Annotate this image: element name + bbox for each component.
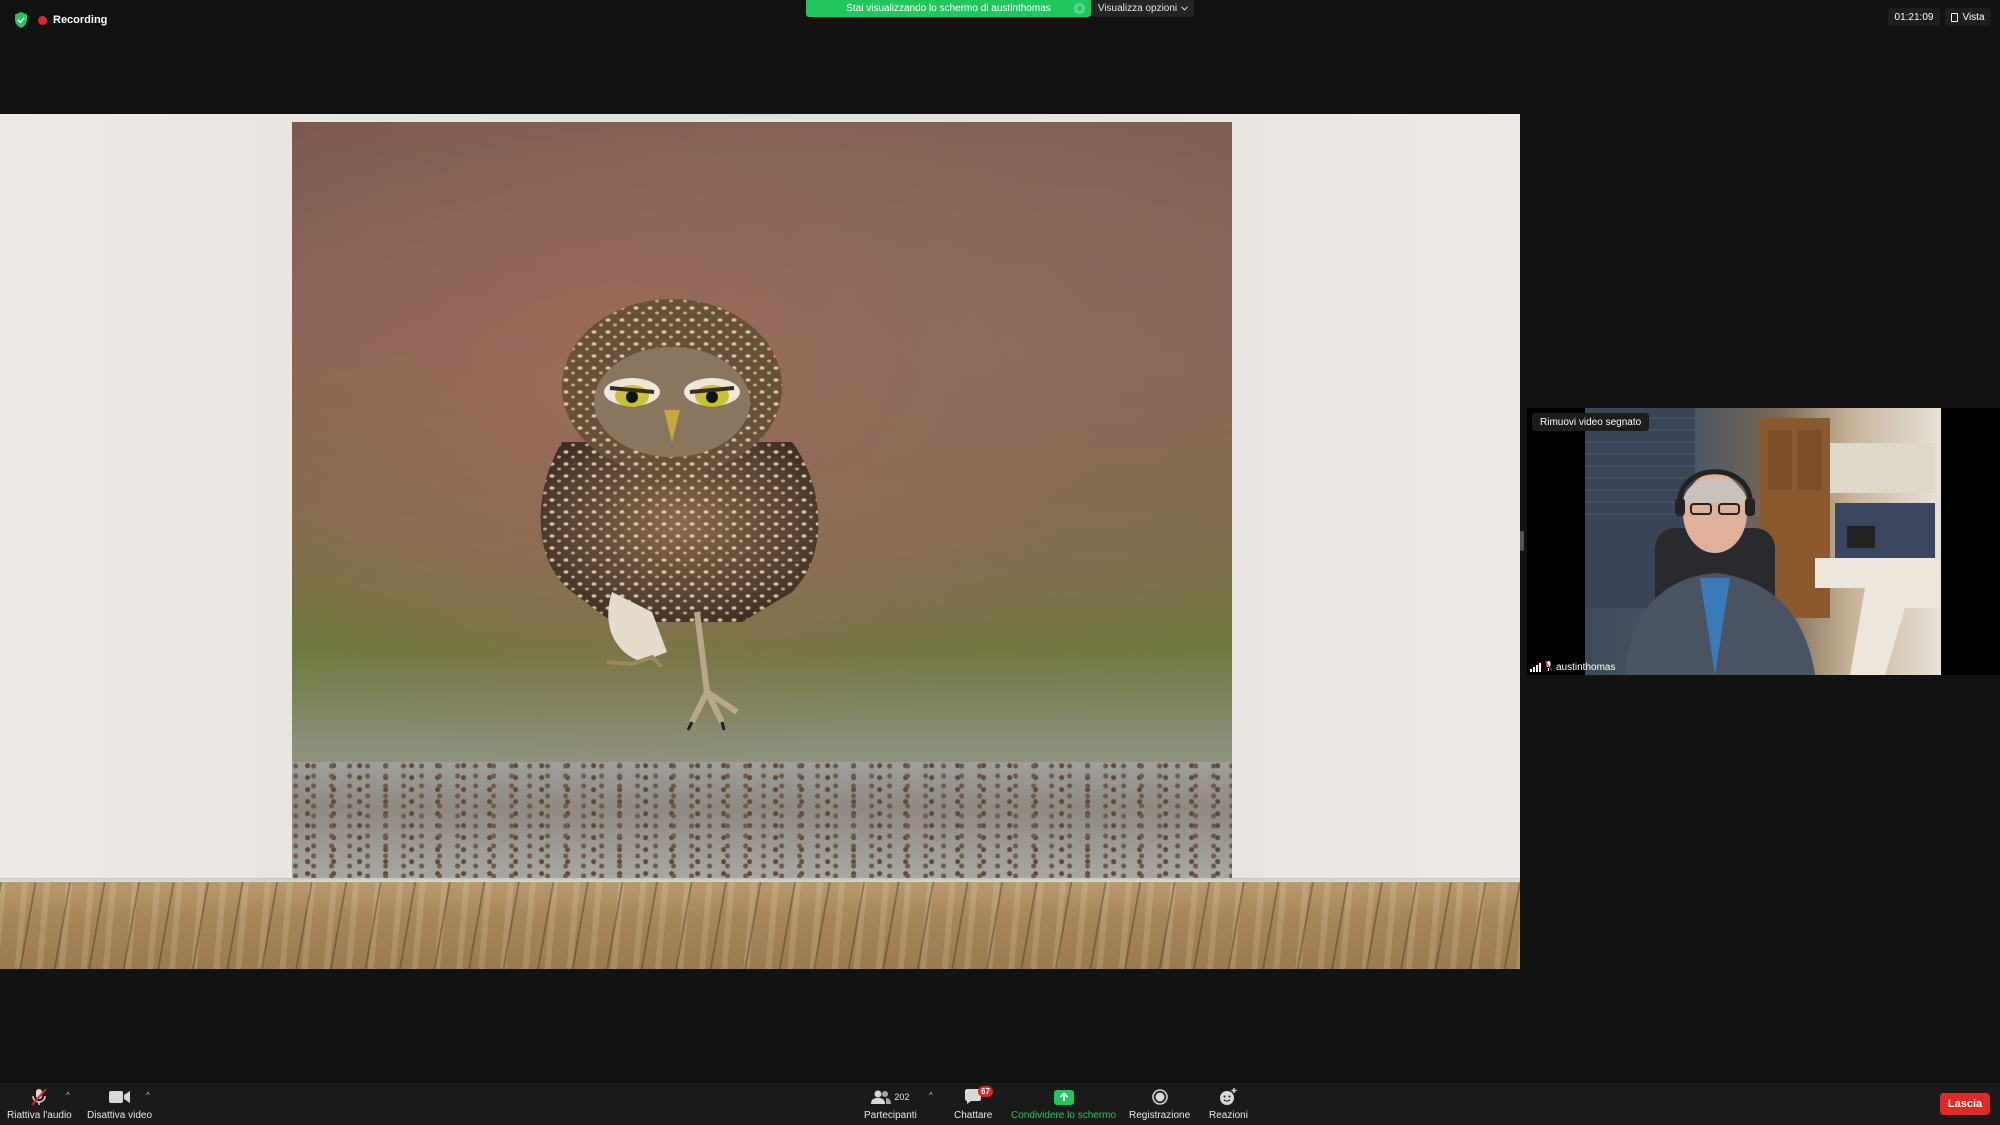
- participant-video[interactable]: [1527, 408, 2000, 675]
- owl-illustration: [540, 299, 819, 731]
- participants-count: 202: [894, 1092, 910, 1102]
- screen-share-banner: Stai visualizzando lo schermo di austint…: [806, 0, 1091, 17]
- share-screen-button[interactable]: Condividere lo schermo: [1011, 1088, 1116, 1121]
- record-icon: [1151, 1088, 1168, 1106]
- meeting-toolbar: [0, 1083, 2000, 1125]
- owl-photo: [292, 122, 1232, 878]
- view-layout-icon: [1951, 12, 1959, 22]
- participant-name-tag: austinthomas: [1527, 660, 1615, 674]
- video-options-chevron-icon[interactable]: ^: [146, 1091, 150, 1100]
- chevron-down-icon: [1181, 3, 1189, 14]
- share-status-icon: [1074, 3, 1085, 14]
- participant-name: austinthomas: [1556, 661, 1616, 673]
- meeting-timer: 01:21:09: [1888, 8, 1940, 26]
- smiley-add-icon: [1219, 1088, 1237, 1106]
- leave-meeting-button[interactable]: Lascia: [1940, 1093, 1990, 1115]
- reactions-button[interactable]: Reazioni: [1209, 1088, 1248, 1121]
- unmute-audio-button[interactable]: Riattiva l'audio: [7, 1088, 72, 1121]
- panel-resize-handle[interactable]: [1520, 531, 1524, 551]
- participants-label: Partecipanti: [864, 1110, 917, 1121]
- unmute-audio-label: Riattiva l'audio: [7, 1110, 72, 1121]
- mic-muted-icon: [1544, 660, 1553, 674]
- chat-label: Chattare: [954, 1110, 993, 1121]
- stop-video-button[interactable]: Disattiva video: [87, 1088, 152, 1121]
- participants-icon: 202: [871, 1088, 909, 1106]
- signal-strength-icon: [1530, 662, 1541, 672]
- view-label: Vista: [1962, 11, 1985, 23]
- recording-label: Recording: [53, 14, 108, 26]
- participants-button[interactable]: 202 Partecipanti: [864, 1088, 917, 1121]
- view-options-button[interactable]: Visualizza opzioni: [1092, 0, 1194, 17]
- meeting-status: Recording: [14, 10, 107, 30]
- video-feed: [1585, 408, 1941, 675]
- shared-screen: [0, 114, 1520, 969]
- view-button[interactable]: Vista: [1945, 8, 1991, 26]
- video-scene: [1585, 408, 1941, 675]
- participants-options-chevron-icon[interactable]: ^: [929, 1091, 933, 1100]
- share-screen-icon: [1053, 1088, 1074, 1106]
- share-banner-text: Stai visualizzando lo schermo di austint…: [846, 3, 1051, 14]
- audio-options-chevron-icon[interactable]: ^: [66, 1091, 70, 1100]
- recording-dot-icon: [38, 15, 47, 25]
- recording-indicator[interactable]: Recording: [38, 14, 107, 26]
- reactions-label: Reazioni: [1209, 1110, 1248, 1121]
- chat-unread-badge: 67: [978, 1086, 993, 1097]
- share-screen-label: Condividere lo schermo: [1011, 1110, 1117, 1121]
- mic-muted-icon: [30, 1088, 48, 1106]
- security-shield-icon[interactable]: [14, 12, 28, 28]
- record-label: Registrazione: [1129, 1110, 1191, 1121]
- ground-texture: [292, 762, 1232, 878]
- video-camera-icon: [108, 1088, 131, 1106]
- wood-floor: [0, 882, 1520, 969]
- record-button[interactable]: Registrazione: [1129, 1088, 1190, 1121]
- remove-pin-button[interactable]: Rimuovi video segnato: [1532, 413, 1650, 431]
- stop-video-label: Disattiva video: [87, 1110, 153, 1121]
- view-options-label: Visualizza opzioni: [1097, 3, 1178, 14]
